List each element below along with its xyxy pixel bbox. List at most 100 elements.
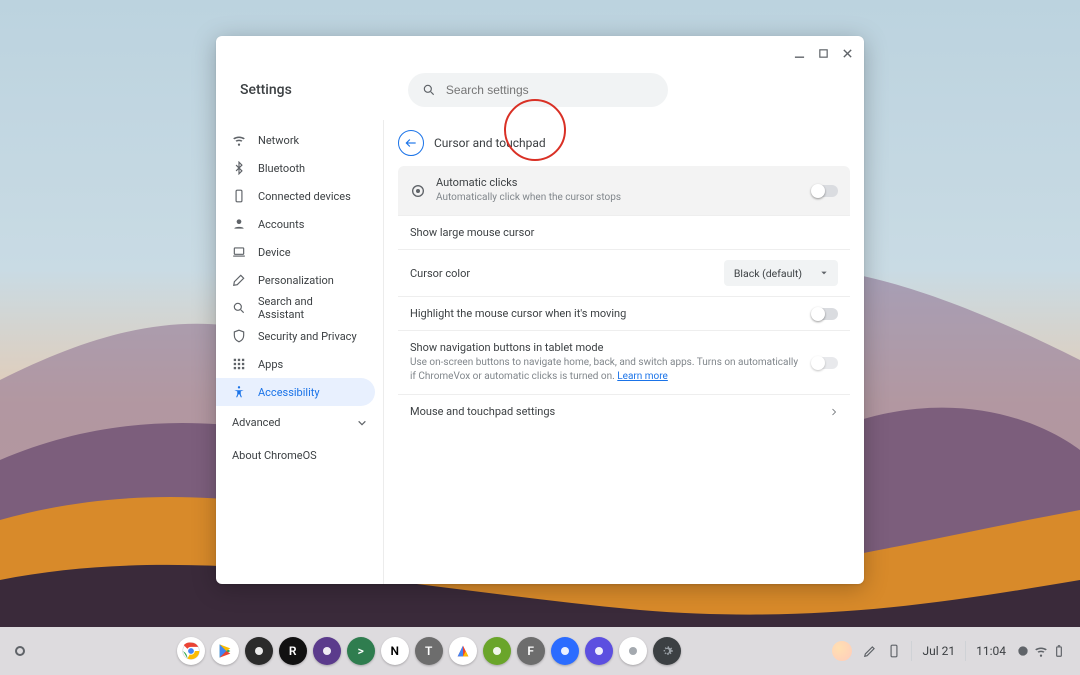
sidebar-item-label: Search and Assistant bbox=[258, 295, 359, 321]
row-title: Show large mouse cursor bbox=[410, 226, 838, 239]
shelf-app-app-purple[interactable] bbox=[313, 637, 341, 665]
shelf: R >NT F Jul 21 11:04 bbox=[0, 627, 1080, 675]
minimize-button[interactable] bbox=[792, 46, 806, 60]
shield-icon bbox=[232, 329, 246, 343]
row-large-cursor[interactable]: Show large mouse cursor bbox=[398, 216, 850, 250]
shelf-app-chrome[interactable] bbox=[177, 637, 205, 665]
sidebar-item-label: Security and Privacy bbox=[258, 330, 357, 343]
shelf-app-nvidia[interactable] bbox=[483, 637, 511, 665]
tray-separator bbox=[965, 641, 966, 661]
sidebar-item-label: Bluetooth bbox=[258, 162, 305, 175]
window-titlebar bbox=[216, 36, 864, 70]
sidebar-about[interactable]: About ChromeOS bbox=[216, 439, 383, 472]
select-value: Black (default) bbox=[734, 267, 802, 280]
sidebar-item-network[interactable]: Network bbox=[216, 126, 375, 154]
caret-down-icon bbox=[820, 269, 828, 277]
system-tray[interactable]: Jul 21 11:04 bbox=[817, 640, 1080, 662]
shelf-app-terminal[interactable]: > bbox=[347, 637, 375, 665]
sidebar-item-label: Accounts bbox=[258, 218, 304, 231]
row-title: Mouse and touchpad settings bbox=[410, 405, 820, 418]
automatic-clicks-toggle[interactable] bbox=[812, 185, 838, 197]
sidebar-item-label: Apps bbox=[258, 358, 283, 371]
sidebar-item-search-assistant[interactable]: Search and Assistant bbox=[216, 294, 375, 322]
row-subtitle: Automatically click when the cursor stop… bbox=[436, 191, 802, 205]
sidebar-item-personalization[interactable]: Personalization bbox=[216, 266, 375, 294]
bluetooth-icon bbox=[232, 161, 246, 175]
sidebar-item-label: Device bbox=[258, 246, 291, 259]
page-subheader: Cursor and touchpad bbox=[398, 120, 850, 166]
sidebar-item-accessibility[interactable]: Accessibility bbox=[216, 378, 375, 406]
shelf-app-app-blue[interactable] bbox=[551, 637, 579, 665]
laptop-icon bbox=[232, 245, 246, 259]
row-title: Highlight the mouse cursor when it's mov… bbox=[410, 307, 802, 320]
tray-separator bbox=[911, 641, 912, 661]
shelf-app-notion[interactable]: N bbox=[381, 637, 409, 665]
tray-time: 11:04 bbox=[976, 644, 1006, 658]
shelf-app-row: R >NT F bbox=[40, 637, 817, 665]
phone-hub-icon[interactable] bbox=[887, 644, 901, 658]
sidebar-item-label: Network bbox=[258, 134, 299, 147]
close-button[interactable] bbox=[840, 46, 854, 60]
shelf-app-app-circle[interactable] bbox=[619, 637, 647, 665]
settings-sidebar: Network Bluetooth Connected devices Acco… bbox=[216, 120, 384, 584]
row-automatic-clicks: Automatic clicks Automatically click whe… bbox=[398, 166, 850, 216]
row-title: Show navigation buttons in tablet mode bbox=[410, 341, 802, 354]
shelf-app-app-dark-1[interactable] bbox=[245, 637, 273, 665]
row-cursor-color: Cursor color Black (default) bbox=[398, 250, 850, 297]
learn-more-link[interactable]: Learn more bbox=[617, 371, 668, 382]
maximize-button[interactable] bbox=[816, 46, 830, 60]
sidebar-item-apps[interactable]: Apps bbox=[216, 350, 375, 378]
sidebar-item-label: Personalization bbox=[258, 274, 334, 287]
wifi-icon bbox=[232, 133, 246, 147]
chevron-down-icon bbox=[357, 418, 367, 428]
sidebar-item-accounts[interactable]: Accounts bbox=[216, 210, 375, 238]
brush-icon bbox=[232, 273, 246, 287]
shelf-app-app-f[interactable]: F bbox=[517, 637, 545, 665]
row-subtitle: Use on-screen buttons to navigate home, … bbox=[410, 356, 802, 384]
settings-content: Cursor and touchpad Automatic clicks Aut… bbox=[384, 120, 864, 584]
devices-icon bbox=[232, 189, 246, 203]
app-title: Settings bbox=[236, 82, 292, 98]
shelf-app-app-triangle[interactable] bbox=[449, 637, 477, 665]
search-input[interactable] bbox=[446, 83, 654, 97]
person-icon bbox=[232, 217, 246, 231]
sidebar-item-bluetooth[interactable]: Bluetooth bbox=[216, 154, 375, 182]
sidebar-advanced[interactable]: Advanced bbox=[216, 406, 383, 439]
search-box[interactable] bbox=[408, 73, 668, 107]
shelf-app-settings[interactable] bbox=[653, 637, 681, 665]
row-mouse-touchpad-settings[interactable]: Mouse and touchpad settings bbox=[398, 395, 850, 428]
battery-status-icon bbox=[1052, 644, 1066, 658]
grid-icon bbox=[232, 357, 246, 371]
tablet-nav-toggle bbox=[812, 357, 838, 369]
cursor-color-select[interactable]: Black (default) bbox=[724, 260, 838, 286]
sidebar-item-security[interactable]: Security and Privacy bbox=[216, 322, 375, 350]
sidebar-item-connected-devices[interactable]: Connected devices bbox=[216, 182, 375, 210]
launcher-icon bbox=[15, 646, 25, 656]
sidebar-advanced-label: Advanced bbox=[232, 416, 280, 429]
page-title: Cursor and touchpad bbox=[434, 136, 546, 150]
shelf-app-app-r[interactable]: R bbox=[279, 637, 307, 665]
stylus-icon[interactable] bbox=[863, 644, 877, 658]
row-highlight-cursor: Highlight the mouse cursor when it's mov… bbox=[398, 297, 850, 331]
app-header: Settings bbox=[216, 70, 864, 120]
back-button[interactable] bbox=[398, 130, 424, 156]
sidebar-item-device[interactable]: Device bbox=[216, 238, 375, 266]
tray-status-cluster[interactable] bbox=[1016, 644, 1066, 658]
shelf-app-app-t[interactable]: T bbox=[415, 637, 443, 665]
shelf-app-play[interactable] bbox=[211, 637, 239, 665]
sidebar-about-label: About ChromeOS bbox=[232, 449, 317, 462]
accessibility-icon bbox=[232, 385, 246, 399]
launcher-button[interactable] bbox=[0, 646, 40, 656]
chevron-right-icon bbox=[830, 406, 838, 418]
row-title: Automatic clicks bbox=[436, 176, 802, 189]
shelf-app-mastodon[interactable] bbox=[585, 637, 613, 665]
notification-dot-icon bbox=[1016, 644, 1030, 658]
search-icon bbox=[422, 83, 436, 97]
highlight-cursor-toggle[interactable] bbox=[812, 308, 838, 320]
avatar[interactable] bbox=[831, 640, 853, 662]
arrow-left-icon bbox=[404, 136, 418, 150]
settings-window: Settings Network Bluetooth Connected dev… bbox=[216, 36, 864, 584]
wifi-status-icon bbox=[1034, 644, 1048, 658]
target-icon bbox=[410, 183, 426, 199]
row-title: Cursor color bbox=[410, 267, 714, 280]
